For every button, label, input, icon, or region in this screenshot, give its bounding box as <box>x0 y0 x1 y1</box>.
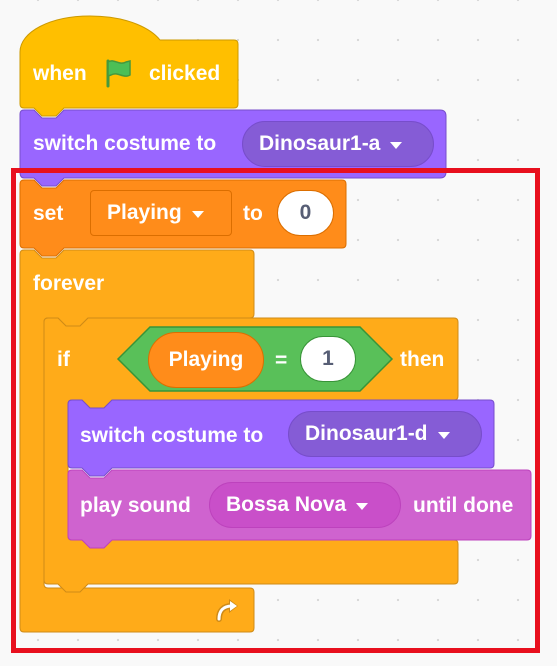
sound-dropdown[interactable]: Bossa Nova <box>209 482 401 528</box>
loop-arrow-icon <box>216 599 238 622</box>
switch-costume-label: switch costume to <box>33 132 217 155</box>
if-label: if <box>57 348 70 371</box>
clicked-label: clicked <box>149 62 221 85</box>
forever-label: forever <box>33 272 105 295</box>
set-value-input[interactable]: 0 <box>277 190 334 236</box>
when-label: when <box>33 62 87 85</box>
compare-value-input[interactable]: 1 <box>300 336 356 382</box>
to-label: to <box>243 202 263 225</box>
play-sound-label: play sound <box>80 494 191 517</box>
until-done-label: until done <box>413 494 514 517</box>
costume-dropdown-1[interactable]: Dinosaur1-a <box>242 121 434 167</box>
green-flag-icon <box>106 59 131 88</box>
chevron-down-icon <box>437 431 450 439</box>
costume-dropdown-value: Dinosaur1-d <box>305 422 428 445</box>
chevron-down-icon <box>191 210 204 218</box>
variable-dropdown-value: Playing <box>107 201 182 224</box>
chevron-down-icon <box>390 141 403 149</box>
switch-costume-label: switch costume to <box>80 424 264 447</box>
set-label: set <box>33 202 64 225</box>
then-label: then <box>400 348 445 371</box>
equals-symbol: = <box>275 349 288 372</box>
costume-dropdown-2[interactable]: Dinosaur1-d <box>288 411 482 457</box>
costume-dropdown-value: Dinosaur1-a <box>259 132 381 155</box>
playing-reporter[interactable]: Playing <box>148 332 264 388</box>
variable-dropdown[interactable]: Playing <box>90 190 232 236</box>
chevron-down-icon <box>356 502 369 510</box>
sound-dropdown-value: Bossa Nova <box>226 493 347 516</box>
